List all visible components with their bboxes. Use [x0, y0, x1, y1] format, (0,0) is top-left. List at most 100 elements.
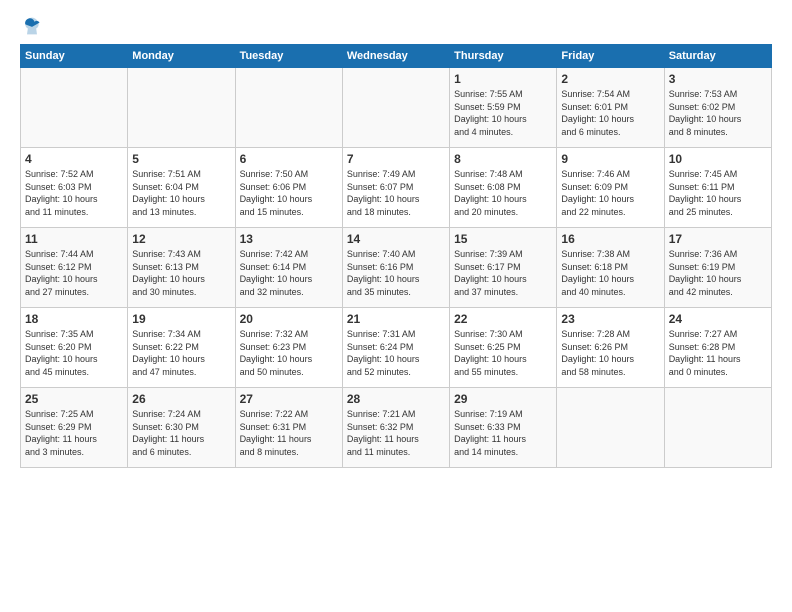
col-header-tuesday: Tuesday	[235, 45, 342, 68]
day-info: Sunrise: 7:51 AMSunset: 6:04 PMDaylight:…	[132, 169, 205, 217]
calendar-cell: 21 Sunrise: 7:31 AMSunset: 6:24 PMDayligh…	[342, 308, 449, 388]
day-number: 11	[25, 232, 123, 246]
day-info: Sunrise: 7:50 AMSunset: 6:06 PMDaylight:…	[240, 169, 313, 217]
calendar-cell: 18 Sunrise: 7:35 AMSunset: 6:20 PMDayligh…	[21, 308, 128, 388]
calendar-cell	[21, 68, 128, 148]
calendar-cell: 11 Sunrise: 7:44 AMSunset: 6:12 PMDayligh…	[21, 228, 128, 308]
col-header-sunday: Sunday	[21, 45, 128, 68]
day-number: 25	[25, 392, 123, 406]
day-info: Sunrise: 7:49 AMSunset: 6:07 PMDaylight:…	[347, 169, 420, 217]
day-number: 4	[25, 152, 123, 166]
day-number: 15	[454, 232, 552, 246]
day-info: Sunrise: 7:53 AMSunset: 6:02 PMDaylight:…	[669, 89, 742, 137]
day-number: 26	[132, 392, 230, 406]
calendar-cell: 9 Sunrise: 7:46 AMSunset: 6:09 PMDaylight…	[557, 148, 664, 228]
logo-bird-icon	[22, 16, 42, 36]
calendar-cell	[664, 388, 771, 468]
calendar-cell: 22 Sunrise: 7:30 AMSunset: 6:25 PMDayligh…	[450, 308, 557, 388]
day-number: 8	[454, 152, 552, 166]
calendar-cell: 24 Sunrise: 7:27 AMSunset: 6:28 PMDayligh…	[664, 308, 771, 388]
header-row: SundayMondayTuesdayWednesdayThursdayFrid…	[21, 45, 772, 68]
col-header-thursday: Thursday	[450, 45, 557, 68]
day-info: Sunrise: 7:44 AMSunset: 6:12 PMDaylight:…	[25, 249, 98, 297]
day-info: Sunrise: 7:31 AMSunset: 6:24 PMDaylight:…	[347, 329, 420, 377]
day-number: 2	[561, 72, 659, 86]
col-header-wednesday: Wednesday	[342, 45, 449, 68]
day-number: 3	[669, 72, 767, 86]
day-info: Sunrise: 7:39 AMSunset: 6:17 PMDaylight:…	[454, 249, 527, 297]
day-info: Sunrise: 7:46 AMSunset: 6:09 PMDaylight:…	[561, 169, 634, 217]
day-info: Sunrise: 7:21 AMSunset: 6:32 PMDaylight:…	[347, 409, 419, 457]
day-info: Sunrise: 7:34 AMSunset: 6:22 PMDaylight:…	[132, 329, 205, 377]
calendar-cell: 10Sunrise: 7:45 AMSunset: 6:11 PMDayligh…	[664, 148, 771, 228]
day-info: Sunrise: 7:25 AMSunset: 6:29 PMDaylight:…	[25, 409, 97, 457]
col-header-saturday: Saturday	[664, 45, 771, 68]
calendar-cell: 5 Sunrise: 7:51 AMSunset: 6:04 PMDaylight…	[128, 148, 235, 228]
day-number: 10	[669, 152, 767, 166]
calendar-cell: 23 Sunrise: 7:28 AMSunset: 6:26 PMDayligh…	[557, 308, 664, 388]
day-number: 27	[240, 392, 338, 406]
calendar-cell: 19Sunrise: 7:34 AMSunset: 6:22 PMDayligh…	[128, 308, 235, 388]
day-info: Sunrise: 7:55 AMSunset: 5:59 PMDaylight:…	[454, 89, 527, 137]
calendar-cell: 26Sunrise: 7:24 AMSunset: 6:30 PMDayligh…	[128, 388, 235, 468]
calendar-row: 25 Sunrise: 7:25 AMSunset: 6:29 PMDayligh…	[21, 388, 772, 468]
calendar-cell: 28 Sunrise: 7:21 AMSunset: 6:32 PMDayligh…	[342, 388, 449, 468]
day-number: 13	[240, 232, 338, 246]
day-info: Sunrise: 7:42 AMSunset: 6:14 PMDaylight:…	[240, 249, 313, 297]
day-number: 6	[240, 152, 338, 166]
header	[20, 16, 772, 36]
calendar-cell: 8 Sunrise: 7:48 AMSunset: 6:08 PMDaylight…	[450, 148, 557, 228]
day-number: 7	[347, 152, 445, 166]
day-number: 17	[669, 232, 767, 246]
calendar-row: 1 Sunrise: 7:55 AMSunset: 5:59 PMDaylight…	[21, 68, 772, 148]
day-info: Sunrise: 7:19 AMSunset: 6:33 PMDaylight:…	[454, 409, 526, 457]
day-number: 12	[132, 232, 230, 246]
page: SundayMondayTuesdayWednesdayThursdayFrid…	[0, 0, 792, 612]
col-header-friday: Friday	[557, 45, 664, 68]
day-info: Sunrise: 7:30 AMSunset: 6:25 PMDaylight:…	[454, 329, 527, 377]
day-number: 1	[454, 72, 552, 86]
calendar-table: SundayMondayTuesdayWednesdayThursdayFrid…	[20, 44, 772, 468]
day-info: Sunrise: 7:43 AMSunset: 6:13 PMDaylight:…	[132, 249, 205, 297]
calendar-cell: 17 Sunrise: 7:36 AMSunset: 6:19 PMDayligh…	[664, 228, 771, 308]
calendar-cell: 12 Sunrise: 7:43 AMSunset: 6:13 PMDayligh…	[128, 228, 235, 308]
calendar-cell: 27Sunrise: 7:22 AMSunset: 6:31 PMDayligh…	[235, 388, 342, 468]
calendar-cell: 6 Sunrise: 7:50 AMSunset: 6:06 PMDaylight…	[235, 148, 342, 228]
day-number: 28	[347, 392, 445, 406]
day-info: Sunrise: 7:36 AMSunset: 6:19 PMDaylight:…	[669, 249, 742, 297]
calendar-cell: 20 Sunrise: 7:32 AMSunset: 6:23 PMDayligh…	[235, 308, 342, 388]
day-number: 18	[25, 312, 123, 326]
day-info: Sunrise: 7:32 AMSunset: 6:23 PMDaylight:…	[240, 329, 313, 377]
calendar-row: 11 Sunrise: 7:44 AMSunset: 6:12 PMDayligh…	[21, 228, 772, 308]
calendar-cell: 3 Sunrise: 7:53 AMSunset: 6:02 PMDaylight…	[664, 68, 771, 148]
day-number: 29	[454, 392, 552, 406]
calendar-row: 4Sunrise: 7:52 AMSunset: 6:03 PMDaylight…	[21, 148, 772, 228]
day-info: Sunrise: 7:38 AMSunset: 6:18 PMDaylight:…	[561, 249, 634, 297]
calendar-cell: 7 Sunrise: 7:49 AMSunset: 6:07 PMDaylight…	[342, 148, 449, 228]
day-number: 16	[561, 232, 659, 246]
calendar-cell: 4Sunrise: 7:52 AMSunset: 6:03 PMDaylight…	[21, 148, 128, 228]
day-info: Sunrise: 7:35 AMSunset: 6:20 PMDaylight:…	[25, 329, 98, 377]
day-number: 24	[669, 312, 767, 326]
calendar-cell: 15 Sunrise: 7:39 AMSunset: 6:17 PMDayligh…	[450, 228, 557, 308]
calendar-cell: 13 Sunrise: 7:42 AMSunset: 6:14 PMDayligh…	[235, 228, 342, 308]
calendar-row: 18 Sunrise: 7:35 AMSunset: 6:20 PMDayligh…	[21, 308, 772, 388]
day-info: Sunrise: 7:48 AMSunset: 6:08 PMDaylight:…	[454, 169, 527, 217]
day-number: 23	[561, 312, 659, 326]
day-number: 9	[561, 152, 659, 166]
day-number: 5	[132, 152, 230, 166]
calendar-cell: 25 Sunrise: 7:25 AMSunset: 6:29 PMDayligh…	[21, 388, 128, 468]
calendar-cell: 2 Sunrise: 7:54 AMSunset: 6:01 PMDaylight…	[557, 68, 664, 148]
day-number: 20	[240, 312, 338, 326]
day-number: 21	[347, 312, 445, 326]
calendar-cell	[342, 68, 449, 148]
day-info: Sunrise: 7:27 AMSunset: 6:28 PMDaylight:…	[669, 329, 741, 377]
calendar-cell	[235, 68, 342, 148]
calendar-cell: 14Sunrise: 7:40 AMSunset: 6:16 PMDayligh…	[342, 228, 449, 308]
day-number: 22	[454, 312, 552, 326]
col-header-monday: Monday	[128, 45, 235, 68]
calendar-cell	[128, 68, 235, 148]
day-number: 14	[347, 232, 445, 246]
day-info: Sunrise: 7:28 AMSunset: 6:26 PMDaylight:…	[561, 329, 634, 377]
day-info: Sunrise: 7:54 AMSunset: 6:01 PMDaylight:…	[561, 89, 634, 137]
